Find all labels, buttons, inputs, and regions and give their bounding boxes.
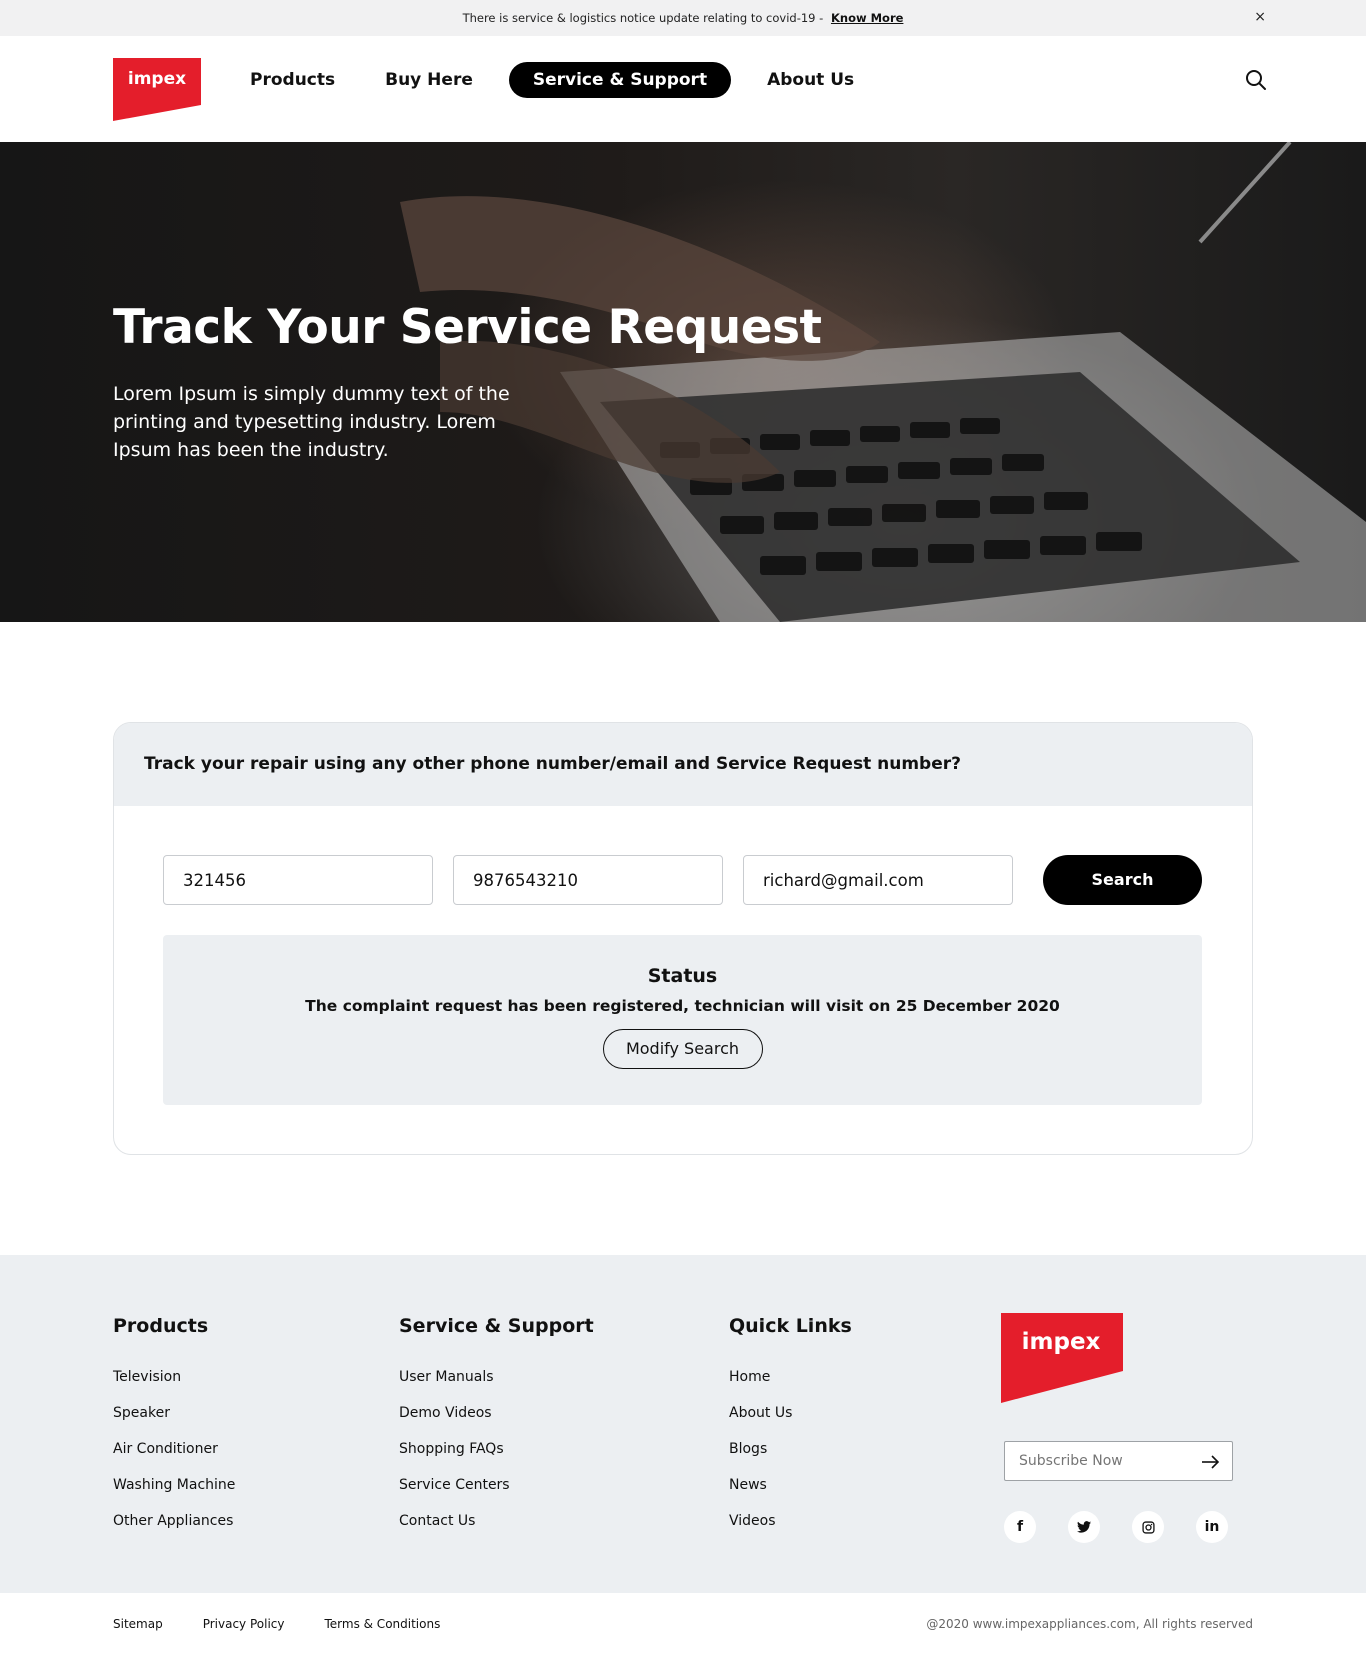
nav-products[interactable]: Products	[236, 62, 349, 98]
track-inputs	[163, 855, 1033, 905]
hero-title: Track Your Service Request	[113, 300, 822, 355]
footer-link-home[interactable]: Home	[729, 1367, 852, 1403]
footer-link-blogs[interactable]: Blogs	[729, 1439, 852, 1475]
terms-link[interactable]: Terms & Conditions	[324, 1617, 440, 1631]
footer-link-about-us[interactable]: About Us	[729, 1403, 852, 1439]
subscribe-input[interactable]	[1019, 1442, 1189, 1480]
nav-buy-here[interactable]: Buy Here	[371, 62, 487, 98]
close-icon[interactable]: ×	[1254, 9, 1266, 25]
facebook-icon[interactable]: f	[1004, 1511, 1036, 1543]
hero-banner: Track Your Service Request Lorem Ipsum i…	[0, 142, 1366, 622]
footer-link-news[interactable]: News	[729, 1475, 852, 1511]
instagram-glyph-icon	[1141, 1520, 1155, 1534]
linkedin-icon[interactable]: in	[1196, 1511, 1228, 1543]
impex-logo[interactable]: impex	[113, 58, 201, 121]
status-title: Status	[647, 965, 718, 987]
subscribe-field	[1004, 1441, 1233, 1481]
footer-quick-column: Quick Links Home About Us Blogs News Vid…	[729, 1315, 852, 1547]
footer-link-videos[interactable]: Videos	[729, 1511, 852, 1547]
copyright-text: @2020 www.impexappliances.com, All right…	[926, 1617, 1253, 1631]
modify-search-button[interactable]: Modify Search	[602, 1029, 763, 1069]
footer-link-shopping-faqs[interactable]: Shopping FAQs	[399, 1439, 594, 1475]
social-links: f in	[1004, 1511, 1260, 1543]
twitter-bird-icon	[1077, 1521, 1091, 1533]
site-header: impex Products Buy Here Service & Suppor…	[0, 36, 1366, 142]
footer-logo-text: impex	[1022, 1329, 1101, 1355]
status-panel: Status The complaint request has been re…	[163, 935, 1202, 1105]
footer-link-washing-machine[interactable]: Washing Machine	[113, 1475, 235, 1511]
request-number-input[interactable]	[163, 855, 433, 905]
footer-quick-title: Quick Links	[729, 1315, 852, 1337]
notice-bar: There is service & logistics notice upda…	[0, 0, 1366, 36]
footer-link-contact-us[interactable]: Contact Us	[399, 1511, 594, 1547]
footer-link-service-centers[interactable]: Service Centers	[399, 1475, 594, 1511]
logo-text: impex	[128, 69, 186, 89]
search-icon[interactable]	[1244, 68, 1268, 92]
footer-link-demo-videos[interactable]: Demo Videos	[399, 1403, 594, 1439]
footer-link-other-appliances[interactable]: Other Appliances	[113, 1511, 235, 1547]
know-more-link[interactable]: Know More	[831, 11, 903, 25]
twitter-icon[interactable]	[1068, 1511, 1100, 1543]
email-input[interactable]	[743, 855, 1013, 905]
instagram-icon[interactable]	[1132, 1511, 1164, 1543]
track-card-heading: Track your repair using any other phone …	[114, 723, 1252, 806]
nav-about-us[interactable]: About Us	[753, 62, 868, 98]
privacy-policy-link[interactable]: Privacy Policy	[203, 1617, 285, 1631]
site-footer: Products Television Speaker Air Conditio…	[0, 1255, 1366, 1593]
footer-link-user-manuals[interactable]: User Manuals	[399, 1367, 594, 1403]
main-nav: Products Buy Here Service & Support Abou…	[236, 62, 890, 98]
footer-service-column: Service & Support User Manuals Demo Vide…	[399, 1315, 594, 1547]
footer-link-television[interactable]: Television	[113, 1367, 235, 1403]
footer-products-column: Products Television Speaker Air Conditio…	[113, 1315, 235, 1547]
hero-description: Lorem Ipsum is simply dummy text of the …	[113, 383, 510, 461]
search-button[interactable]: Search	[1043, 855, 1202, 905]
nav-service-support[interactable]: Service & Support	[508, 62, 732, 98]
footer-link-speaker[interactable]: Speaker	[113, 1403, 235, 1439]
status-message: The complaint request has been registere…	[305, 997, 1060, 1015]
footer-link-air-conditioner[interactable]: Air Conditioner	[113, 1439, 235, 1475]
footer-products-title: Products	[113, 1315, 209, 1337]
footer-impex-logo[interactable]: impex	[1001, 1313, 1123, 1403]
notice-text-wrap: There is service & logistics notice upda…	[0, 11, 1366, 25]
bottom-bar: Sitemap Privacy Policy Terms & Condition…	[0, 1593, 1366, 1654]
sitemap-link[interactable]: Sitemap	[113, 1617, 163, 1631]
notice-text: There is service & logistics notice upda…	[462, 11, 824, 25]
arrow-right-icon[interactable]	[1200, 1452, 1220, 1472]
footer-service-title: Service & Support	[399, 1315, 594, 1337]
phone-input[interactable]	[453, 855, 723, 905]
track-request-card: Track your repair using any other phone …	[113, 722, 1253, 1155]
bottom-links: Sitemap Privacy Policy Terms & Condition…	[113, 1617, 480, 1631]
